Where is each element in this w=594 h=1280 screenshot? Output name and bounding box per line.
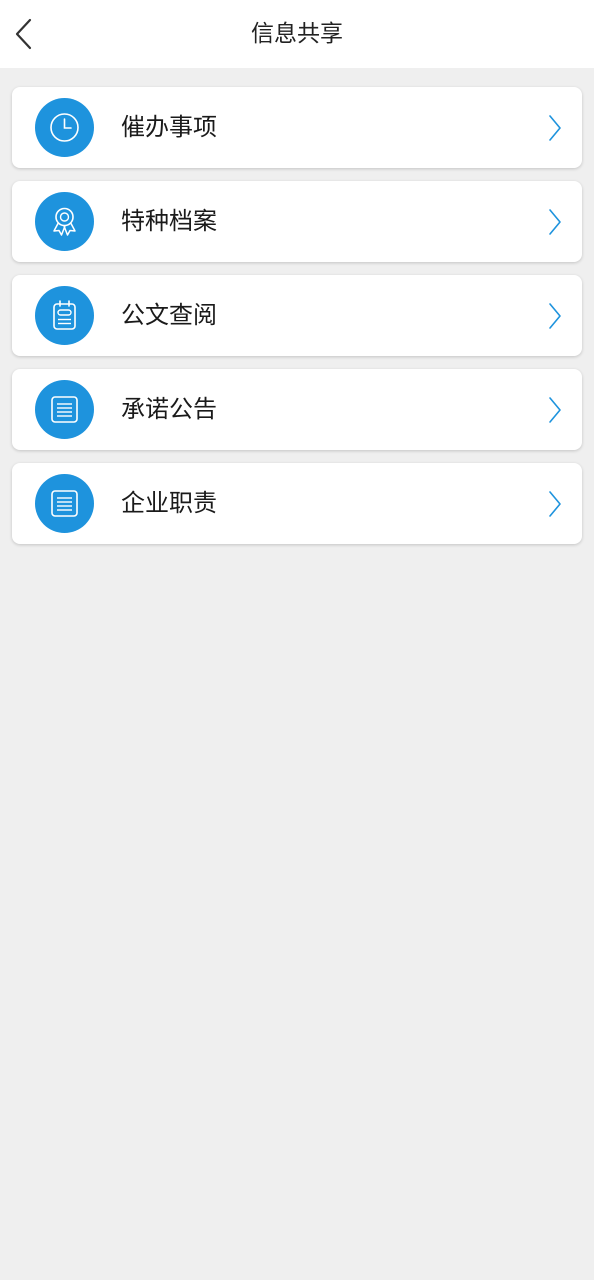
menu-item-label: 公文查阅 — [121, 301, 217, 329]
document-list-icon — [35, 380, 94, 439]
menu-item-urge-matters[interactable]: 催办事项 — [12, 87, 582, 168]
chevron-right-icon — [549, 491, 561, 517]
award-ribbon-icon — [35, 192, 94, 251]
menu-item-commitment-notice[interactable]: 承诺公告 — [12, 369, 582, 450]
menu-item-document-review[interactable]: 公文查阅 — [12, 275, 582, 356]
clock-icon — [35, 98, 94, 157]
page-title: 信息共享 — [251, 21, 343, 47]
chevron-right-icon — [549, 397, 561, 423]
chevron-right-icon — [549, 209, 561, 235]
chevron-right-icon — [549, 115, 561, 141]
menu-item-label: 催办事项 — [121, 113, 217, 141]
menu-item-enterprise-duties[interactable]: 企业职责 — [12, 463, 582, 544]
chevron-right-icon — [549, 303, 561, 329]
menu-item-special-archives[interactable]: 特种档案 — [12, 181, 582, 262]
document-list-icon — [35, 474, 94, 533]
menu-item-label: 承诺公告 — [121, 395, 217, 423]
menu-list: 催办事项 特种档案 公文查阅 承诺公告 企业职责 — [12, 87, 582, 557]
menu-item-label: 企业职责 — [121, 489, 217, 517]
menu-item-label: 特种档案 — [121, 207, 217, 235]
notebook-icon — [35, 286, 94, 345]
app-header: 信息共享 — [0, 0, 594, 68]
